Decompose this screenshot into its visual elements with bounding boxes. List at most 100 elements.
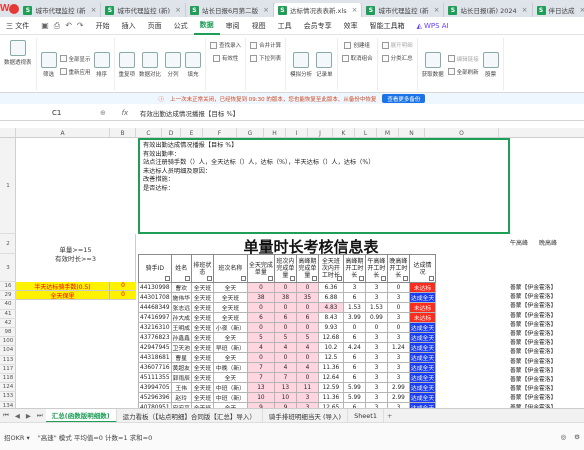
table-cell[interactable]: 中班（新） [212,392,248,403]
table-cell[interactable]: 3 [386,362,410,373]
table-cell[interactable]: 0 [246,302,275,313]
compare-icon[interactable] [142,52,159,68]
table-cell[interactable]: 43994705 [138,382,172,393]
filter-dropdown-icon[interactable] [267,276,273,281]
column-header-cell[interactable]: 班次内完成单量 [273,254,297,283]
table-cell[interactable]: 43607716 [138,362,172,373]
table-cell[interactable]: 6 [246,312,275,323]
table-cell[interactable]: 42947945 [138,342,172,353]
duplicate-button[interactable]: 重复项 [119,70,136,78]
column-header-cell[interactable]: 达成情况 [408,254,437,283]
close-icon[interactable]: × [263,6,269,14]
get-data-button[interactable]: 获取数据 [422,70,444,78]
table-cell[interactable]: 13 [246,382,275,393]
table-cell[interactable]: 卫天池 [170,342,192,353]
sheet-tab[interactable]: Sheet1 [348,408,384,423]
column-header[interactable]: B [110,128,136,138]
column-header[interactable]: I [286,128,308,138]
column-header[interactable]: J [308,128,333,138]
docer-logo-icon[interactable] [9,0,20,17]
add-sheet-icon[interactable]: + [384,412,395,420]
table-cell[interactable]: 王伟 [170,382,192,393]
station-name-cell[interactable]: 善蒙【伊金霍洛】 [510,383,584,392]
table-cell[interactable]: 12.68 [317,332,344,343]
column-header[interactable]: G [237,128,264,138]
menu-item[interactable]: 插入 [116,17,142,35]
table-cell[interactable]: 孙鑫鑫 [170,332,192,343]
table-cell[interactable]: 曹星 [170,352,192,363]
stock-button[interactable]: 股票 [485,70,496,78]
table-cell[interactable]: 全天 [212,332,248,343]
column-header-cell[interactable]: 高峰期完成单量 [295,254,319,283]
close-icon[interactable]: × [91,6,97,14]
table-cell[interactable]: 0 [295,322,319,333]
stock-icon[interactable] [482,52,499,68]
station-name-cell[interactable]: 善蒙【伊金霍洛】 [510,310,584,319]
spreadsheet-grid[interactable]: 有效出勤达成情况播报【目标 %】 有效出勤率： 站点注册骑手数（）人，全天达标（）人… [16,138,584,408]
table-cell[interactable]: 未达标 [408,302,437,313]
column-header[interactable]: N [399,128,425,138]
table-cell[interactable]: 9.93 [317,322,344,333]
table-cell[interactable]: 10 [246,392,275,403]
table-cell[interactable]: 3 [364,352,388,363]
station-name-cell[interactable]: 善蒙【伊金霍洛】 [510,356,584,365]
table-cell[interactable]: 4 [295,362,319,373]
menu-item[interactable]: 会员专享 [298,17,338,35]
create-group-button[interactable]: 创建组 [344,40,370,50]
column-header-cell[interactable]: 全天班次内开工时长 [317,254,344,283]
table-cell[interactable]: 全天班 [190,342,214,353]
filter-dropdown-icon[interactable] [184,276,190,281]
table-cell[interactable]: 44468349 [138,302,172,313]
file-menu[interactable]: 三 文件 [0,17,35,35]
table-cell[interactable]: 达成全天 [408,342,437,353]
table-cell[interactable]: 全天班 [190,372,214,383]
table-cell[interactable]: 3 [364,362,388,373]
table-cell[interactable]: 10 [273,392,297,403]
table-cell[interactable]: 3 [342,282,366,293]
filter-dropdown-icon[interactable] [240,276,246,281]
reapply-button[interactable]: 重新应用 [59,67,91,77]
table-cell[interactable]: 35 [295,292,319,303]
table-cell[interactable]: 6.88 [317,292,344,303]
table-cell[interactable]: 全天班 [190,312,214,323]
table-cell[interactable]: 0 [386,302,410,313]
menu-item[interactable]: 公式 [168,17,194,35]
column-header[interactable]: C [136,128,162,138]
sheet-tab[interactable]: 运力看板（【站点明细】合同版【汇总】导入） [117,408,263,423]
column-header[interactable]: H [264,128,286,138]
table-cell[interactable]: 3 [364,292,388,303]
table-cell[interactable]: 3 [364,332,388,343]
eye-icon[interactable]: ◎ [561,433,567,441]
column-header-cell[interactable]: 午高峰开工时长 [364,254,388,283]
doc-tab[interactable]: S 站长日报(新) 2024 × [444,3,533,17]
column-header[interactable]: F [203,128,237,138]
table-cell[interactable]: 黄超友 [170,362,192,373]
table-cell[interactable]: 全天班 [190,322,214,333]
row-header[interactable]: 42 [0,319,16,328]
sort-button[interactable]: 排序 [96,70,107,78]
table-cell[interactable]: 0 [295,302,319,313]
table-cell[interactable]: 3 [386,312,410,323]
column-header-cell[interactable]: 骑手ID [138,254,172,283]
table-cell[interactable]: 0 [364,322,388,333]
sort-icon[interactable] [93,52,110,68]
table-cell[interactable]: 4.24 [342,342,366,353]
table-cell[interactable]: 44301708 [138,292,172,303]
table-cell[interactable]: 0 [273,302,297,313]
show-all-button[interactable]: 全部显示 [59,54,91,64]
column-header-cell[interactable]: 姓名 [170,254,192,283]
table-cell[interactable]: 5.99 [342,382,366,393]
status-okr[interactable]: 招OKR ▾ [4,432,30,442]
edit-link-button[interactable]: 编辑链接 [447,54,479,64]
table-cell[interactable]: 0 [295,372,319,383]
table-cell[interactable]: 中晚（新） [212,362,248,373]
filter-button[interactable]: 筛选 [43,70,54,78]
table-cell[interactable]: 5 [246,332,275,343]
table-cell[interactable]: 47416997 [138,312,172,323]
row-header[interactable]: 100 [0,337,16,347]
row-header[interactable]: 104 [0,346,16,356]
row-header[interactable]: 3 [0,254,16,282]
table-cell[interactable]: 3 [364,342,388,353]
zoom-icon[interactable]: ⊕ [100,109,106,117]
sheet-tab[interactable]: 汇总(函数版明细数) [45,408,117,423]
